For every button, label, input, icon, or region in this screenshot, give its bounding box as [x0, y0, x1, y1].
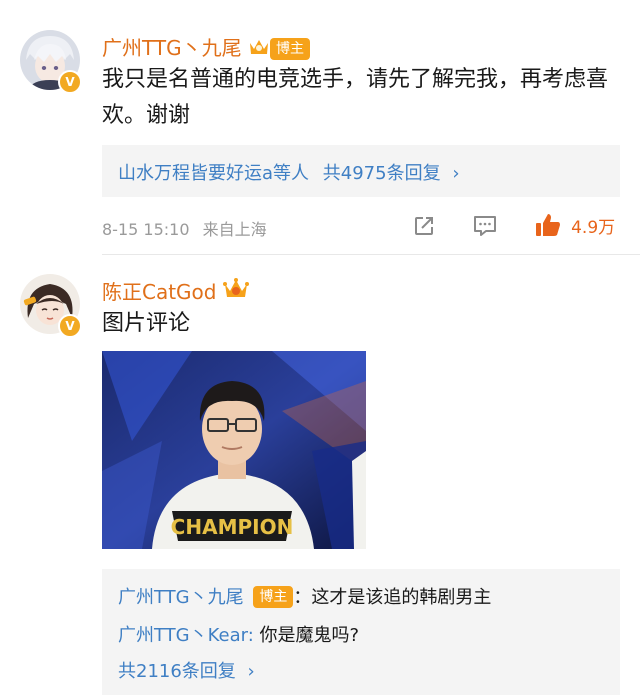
photo: CHAMPION	[102, 351, 366, 549]
author-badge: 博主	[253, 586, 294, 608]
reply-summary-count[interactable]: 共4975条回复	[323, 163, 441, 184]
crown-icon	[249, 40, 268, 54]
username-text: 陈正CatGod	[102, 280, 217, 304]
more-replies-count: 共2116条回复	[118, 661, 236, 682]
like-count: 4.9万	[571, 217, 616, 238]
more-replies-link[interactable]: 共2116条回复 ›	[118, 657, 255, 683]
comment-text: 我只是名普通的电竞选手，请先了解完我，再考虑喜欢。谢谢	[102, 67, 609, 128]
verified-badge-icon: V	[58, 314, 82, 338]
reply-text: 这才是该追的韩剧男主	[311, 587, 492, 608]
reply-separator: ：	[293, 587, 312, 608]
comment-username[interactable]: 陈正CatGod	[102, 276, 249, 305]
reply-username[interactable]: 广州TTG丶Kear	[118, 625, 248, 646]
reply-summary-box[interactable]: 山水万程皆要好运a等人 共4975条回复 ›	[102, 145, 620, 197]
comment-text: 图片评论	[102, 311, 191, 336]
like-button[interactable]: 4.9万	[534, 212, 615, 238]
comment-time: 8-15 15:10	[102, 220, 190, 239]
reply-text: 你是魔鬼吗?	[253, 625, 360, 646]
crown-icon	[222, 278, 249, 297]
comment-icon[interactable]	[472, 214, 498, 242]
chevron-right-icon: ›	[247, 661, 255, 682]
verified-badge-icon: V	[58, 70, 82, 94]
shirt-print: CHAMPION	[171, 515, 294, 539]
reply-item[interactable]: 广州TTG丶Kear: 你是魔鬼吗?	[118, 621, 359, 647]
reply-summary-names[interactable]: 山水万程皆要好运a等人	[118, 163, 309, 184]
replies-box: 广州TTG丶九尾 博主 ：这才是该追的韩剧男主 广州TTG丶Kear: 你是魔鬼吗…	[102, 569, 620, 695]
username-text: 广州TTG丶九尾	[102, 36, 242, 60]
reply-item[interactable]: 广州TTG丶九尾 博主 ：这才是该追的韩剧男主	[118, 583, 491, 609]
comment-meta: 8-15 15:10 来自上海	[102, 216, 267, 240]
comment-location: 来自上海	[202, 220, 267, 239]
divider	[102, 254, 640, 255]
comment-image[interactable]: CHAMPION	[102, 351, 366, 549]
chevron-right-icon: ›	[452, 163, 460, 184]
like-icon	[536, 214, 560, 236]
comment-username[interactable]: 广州TTG丶九尾 博主	[102, 32, 310, 61]
share-icon[interactable]	[412, 214, 436, 242]
reply-username[interactable]: 广州TTG丶九尾	[118, 587, 244, 608]
author-badge: 博主	[269, 38, 310, 60]
